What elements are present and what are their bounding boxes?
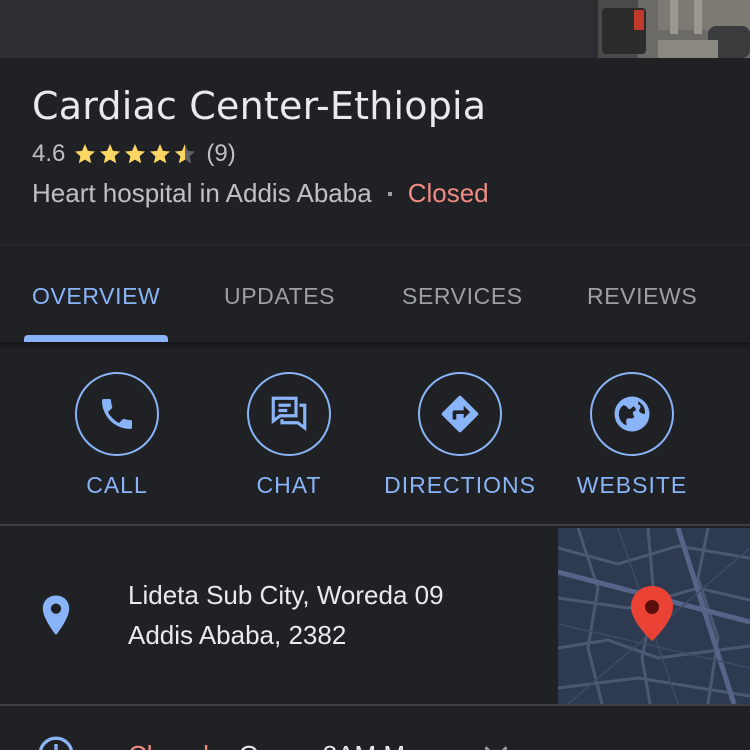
photo-strip[interactable] [0, 0, 750, 58]
call-button-circle[interactable] [75, 372, 159, 456]
chevron-down-icon[interactable] [482, 742, 510, 750]
tab-overview[interactable]: OVERVIEW [32, 283, 160, 310]
website-label: WEBSITE [576, 472, 688, 498]
place-header: Cardiac Center-Ethiopia 4.6 (9) Heart ho… [0, 58, 750, 244]
directions-icon [441, 395, 479, 433]
tab-bar: OVERVIEW UPDATES SERVICES REVIEWS [0, 244, 750, 343]
phone-icon [102, 399, 132, 429]
call-button[interactable]: CALL [32, 372, 202, 499]
directions-label: DIRECTIONS [384, 472, 536, 498]
tab-updates[interactable]: UPDATES [224, 283, 335, 310]
call-label: CALL [86, 472, 148, 498]
address-line-1: Lideta Sub City, Woreda 09 [128, 580, 444, 610]
photo-thumbnail[interactable] [598, 0, 750, 58]
category-row: Heart hospital in Addis Ababa Closed [32, 178, 489, 209]
place-title: Cardiac Center-Ethiopia [32, 84, 487, 128]
address-line-2: Addis Ababa, 2382 [128, 620, 347, 650]
hours-status: Closed [128, 740, 209, 750]
directions-button-circle[interactable] [418, 372, 502, 456]
place-category: Heart hospital in Addis Ababa [32, 178, 372, 208]
rating-row[interactable]: 4.6 (9) [32, 140, 236, 168]
star-icon [75, 144, 96, 164]
directions-button[interactable]: DIRECTIONS [375, 372, 545, 499]
separator-dot [387, 191, 392, 196]
chat-label: CHAT [256, 472, 322, 498]
photo-main[interactable] [0, 0, 592, 58]
tab-services[interactable]: SERVICES [402, 283, 523, 310]
hours-row[interactable]: Closed · Opens 8AM Mon [0, 706, 750, 750]
star-icon [150, 144, 171, 164]
divider [0, 524, 750, 526]
clock-icon [38, 736, 74, 750]
review-count[interactable]: (9) [206, 140, 235, 168]
location-pin-icon [42, 595, 70, 636]
tab-reviews[interactable]: REVIEWS [587, 283, 697, 310]
star-icon [100, 144, 121, 164]
map-thumbnail[interactable] [558, 528, 750, 704]
website-button[interactable]: WEBSITE [547, 372, 717, 499]
star-icon [125, 144, 146, 164]
open-status: Closed [407, 178, 489, 208]
chat-button[interactable]: CHAT [204, 372, 374, 499]
tabs-shadow [0, 342, 750, 350]
rating-value: 4.6 [32, 140, 66, 167]
globe-icon [614, 396, 650, 432]
website-button-circle[interactable] [590, 372, 674, 456]
address-row[interactable]: Lideta Sub City, Woreda 09 Addis Ababa, … [0, 528, 750, 704]
chat-icon [271, 396, 307, 432]
hours-detail: · Opens 8AM Mon [223, 740, 434, 750]
hours-text: Closed · Opens 8AM Mon [128, 740, 434, 750]
action-buttons: CALL CHAT DIRECTIONS WEBSITE [0, 350, 750, 526]
half-star-icon [175, 144, 196, 164]
chat-button-circle[interactable] [247, 372, 331, 456]
rating-stars [73, 142, 198, 166]
